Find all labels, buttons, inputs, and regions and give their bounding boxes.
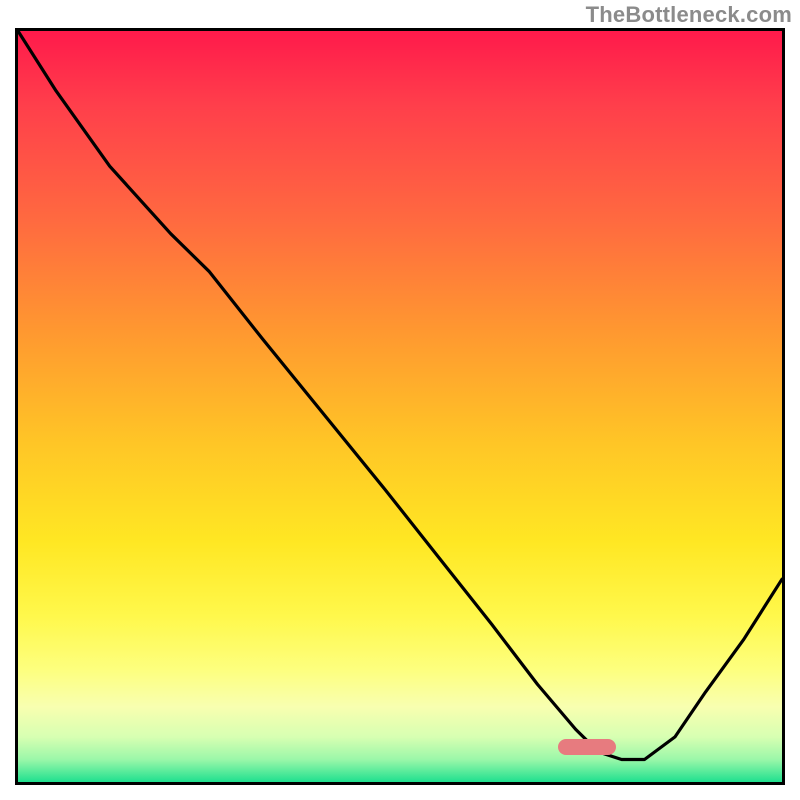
canvas: TheBottleneck.com: [0, 0, 800, 800]
watermark-text: TheBottleneck.com: [586, 2, 792, 28]
bottleneck-curve-path: [18, 31, 782, 760]
chart-line: [18, 31, 782, 782]
chart-frame: [15, 28, 785, 785]
optimal-region-marker: [558, 739, 616, 755]
